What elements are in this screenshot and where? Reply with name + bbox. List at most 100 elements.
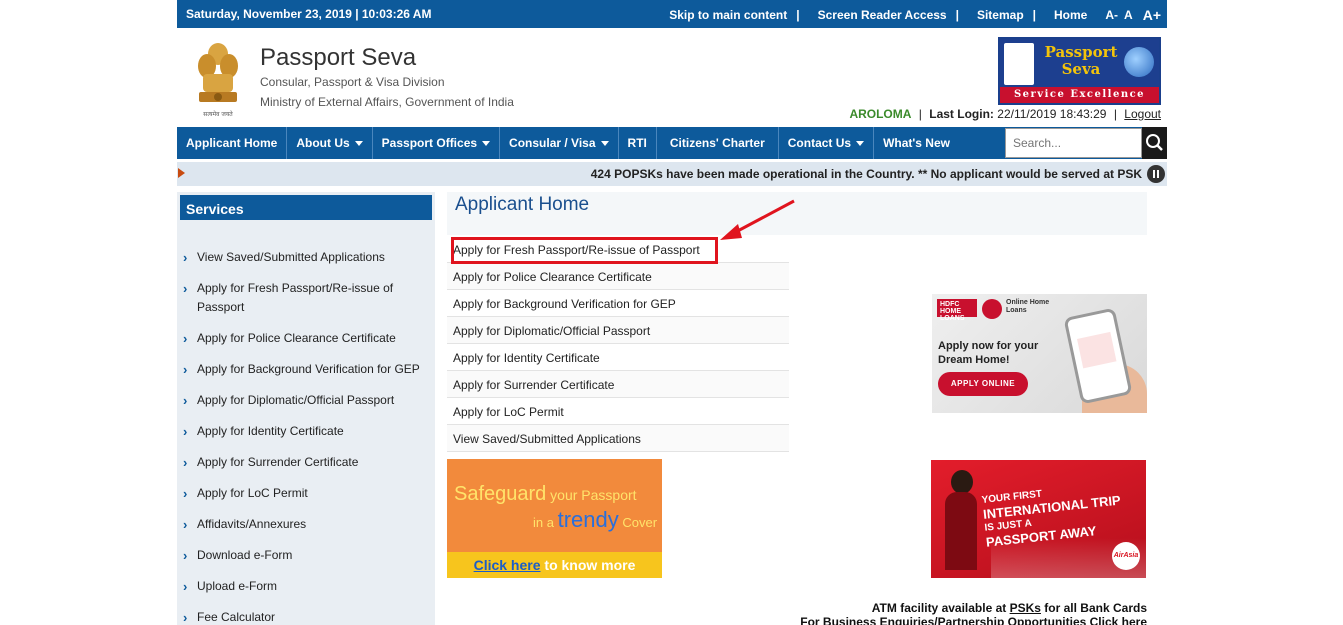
skip-to-main-link[interactable]: Skip to main content xyxy=(669,8,787,22)
chevron-right-icon: › xyxy=(183,281,188,296)
sitemap-link[interactable]: Sitemap xyxy=(977,8,1024,22)
passport-seva-logo[interactable]: Passport Seva Service Excellence xyxy=(998,37,1161,105)
sidebar-item-label: Apply for Surrender Certificate xyxy=(197,455,359,469)
ticker-message[interactable]: 424 POPSKs have been made operational in… xyxy=(177,167,1142,181)
logout-link[interactable]: Logout xyxy=(1124,107,1161,121)
airasia-logo: AirAsia xyxy=(1112,542,1140,570)
search-input[interactable] xyxy=(1005,128,1142,158)
chevron-right-icon: › xyxy=(183,362,188,377)
nav-citizens-charter[interactable]: Citizens' Charter xyxy=(657,127,779,159)
globe-icon xyxy=(1124,47,1154,77)
sidebar-item-label: Fee Calculator xyxy=(197,610,276,624)
cta-rest: to know more xyxy=(540,557,636,573)
service-view-saved-link[interactable]: View Saved/Submitted Applications xyxy=(447,425,789,452)
emblem-caption: सत्यमेव जयते xyxy=(203,110,233,118)
logo-text: Passport Seva xyxy=(1036,44,1126,78)
sidebar-item-label: Apply for Background Verification for GE… xyxy=(197,362,420,376)
sidebar-item-fee-calculator[interactable]: › Fee Calculator xyxy=(177,608,435,625)
sidebar-item-label: Apply for Identity Certificate xyxy=(197,424,344,438)
passport-cover-banner[interactable]: Safeguard your Passport in a trendy Cove… xyxy=(447,459,662,578)
search-button[interactable] xyxy=(1142,127,1167,159)
top-bar: Saturday, November 23, 2019 | 10:03:26 A… xyxy=(177,0,1167,28)
nav-consular-visa[interactable]: Consular / Visa xyxy=(500,127,619,159)
separator: | xyxy=(1113,107,1117,121)
nav-label: Passport Offices xyxy=(381,136,478,150)
chevron-right-icon: › xyxy=(183,455,188,470)
atm-note: ATM facility available at PSKs for all B… xyxy=(800,601,1147,615)
nav-rti[interactable]: RTI xyxy=(619,127,657,159)
sidebar-item-identity-certificate[interactable]: › Apply for Identity Certificate xyxy=(177,422,435,441)
nav-whats-new[interactable]: What's New xyxy=(874,127,959,159)
service-diplomatic-passport-link[interactable]: Apply for Diplomatic/Official Passport xyxy=(447,317,789,344)
sidebar-item-diplomatic-passport[interactable]: › Apply for Diplomatic/Official Passport xyxy=(177,391,435,410)
search-icon xyxy=(1146,134,1163,151)
cover-word-cover: Cover xyxy=(618,515,658,530)
logo-tagline: Service Excellence xyxy=(1000,87,1159,103)
service-surrender-certificate-link[interactable]: Apply for Surrender Certificate xyxy=(447,371,789,398)
footer-note: ATM facility available at PSKs for all B… xyxy=(800,601,1147,625)
chevron-right-icon: › xyxy=(183,610,188,625)
airasia-banner[interactable]: YOUR FIRST INTERNATIONAL TRIP IS JUST A … xyxy=(931,460,1146,578)
sidebar-item-label: View Saved/Submitted Applications xyxy=(197,250,385,264)
business-enquiries[interactable]: For Business Enquiries/Partnership Oppor… xyxy=(800,615,1147,625)
phone-graphic xyxy=(1063,307,1133,405)
sidebar-item-police-clearance[interactable]: › Apply for Police Clearance Certificate xyxy=(177,329,435,348)
caret-down-icon xyxy=(600,140,609,146)
click-here-link[interactable]: Click here xyxy=(474,557,541,573)
sidebar-item-affidavits[interactable]: › Affidavits/Annexures xyxy=(177,515,435,534)
site-header: सत्यमेव जयते Passport Seva Consular, Pas… xyxy=(177,28,1167,126)
cover-word-in-a: in a xyxy=(533,515,558,530)
cover-line2: in a trendy Cover xyxy=(533,507,657,533)
hdfc-home-loan-banner[interactable]: HDFC HOME LOANS Online Home Loans Apply … xyxy=(932,294,1147,413)
sidebar-item-label: Apply for Fresh Passport/Re-issue of Pas… xyxy=(197,281,394,314)
service-police-clearance-link[interactable]: Apply for Police Clearance Certificate xyxy=(447,263,789,290)
sidebar-item-label: Download e-Form xyxy=(197,548,293,562)
house-icon xyxy=(982,299,1002,319)
service-list: Apply for Fresh Passport/Re-issue of Pas… xyxy=(447,236,789,452)
sidebar-item-loc-permit[interactable]: › Apply for LoC Permit xyxy=(177,484,435,503)
sidebar-item-label: Apply for LoC Permit xyxy=(197,486,308,500)
site-title[interactable]: Passport Seva xyxy=(260,44,416,72)
division-name: Consular, Passport & Visa Division xyxy=(260,75,445,89)
home-link[interactable]: Home xyxy=(1054,8,1087,22)
caret-down-icon xyxy=(354,140,363,146)
font-normal-button[interactable]: A xyxy=(1124,8,1133,22)
hdfc-message: Apply now for your Dream Home! xyxy=(938,340,1039,366)
cover-word-trendy: trendy xyxy=(557,507,619,532)
sidebar-list: › View Saved/Submitted Applications › Appl… xyxy=(177,248,435,625)
national-emblem-icon: सत्यमेव जयते xyxy=(198,43,238,118)
screen-reader-link[interactable]: Screen Reader Access xyxy=(818,8,947,22)
sidebar-item-background-verification[interactable]: › Apply for Background Verification for G… xyxy=(177,360,435,379)
psks-link[interactable]: PSKs xyxy=(1010,601,1041,615)
sidebar-item-surrender-certificate[interactable]: › Apply for Surrender Certificate xyxy=(177,453,435,472)
cover-cta: Click here to know more xyxy=(447,552,662,578)
nav-applicant-home[interactable]: Applicant Home xyxy=(177,127,288,159)
nav-label: RTI xyxy=(627,136,647,150)
cover-word-passport: your Passport xyxy=(546,487,637,503)
nav-passport-offices[interactable]: Passport Offices xyxy=(373,127,501,159)
nav-contact-us[interactable]: Contact Us xyxy=(779,127,875,159)
font-decrease-button[interactable]: A- xyxy=(1105,8,1118,22)
nav-label: Applicant Home xyxy=(186,136,278,150)
service-identity-certificate-link[interactable]: Apply for Identity Certificate xyxy=(447,344,789,371)
person-graphic xyxy=(941,470,981,570)
nav-label: What's New xyxy=(883,136,950,150)
nav-about-us[interactable]: About Us xyxy=(287,127,373,159)
logo-line1: Passport xyxy=(1044,43,1118,61)
service-loc-permit-link[interactable]: Apply for LoC Permit xyxy=(447,398,789,425)
pause-icon[interactable] xyxy=(1147,165,1165,183)
logo-emblem-icon xyxy=(1004,43,1034,85)
online-home-loans-text: Online Home Loans xyxy=(1006,299,1050,314)
sidebar-item-fresh-passport[interactable]: › Apply for Fresh Passport/Re-issue of Pa… xyxy=(177,279,435,317)
sidebar-item-download-eform[interactable]: › Download e-Form xyxy=(177,546,435,565)
font-increase-button[interactable]: A+ xyxy=(1143,7,1161,23)
cover-word-safeguard: Safeguard xyxy=(454,483,547,505)
chevron-right-icon: › xyxy=(183,579,188,594)
page: Saturday, November 23, 2019 | 10:03:26 A… xyxy=(0,0,1343,625)
sidebar-item-upload-eform[interactable]: › Upload e-Form xyxy=(177,577,435,596)
apply-online-button[interactable]: APPLY ONLINE xyxy=(938,372,1028,396)
service-background-verification-link[interactable]: Apply for Background Verification for GE… xyxy=(447,290,789,317)
services-sidebar: Services › View Saved/Submitted Applicati… xyxy=(177,192,435,625)
sidebar-item-view-saved[interactable]: › View Saved/Submitted Applications xyxy=(177,248,435,267)
username: AROLOMA xyxy=(849,107,912,121)
